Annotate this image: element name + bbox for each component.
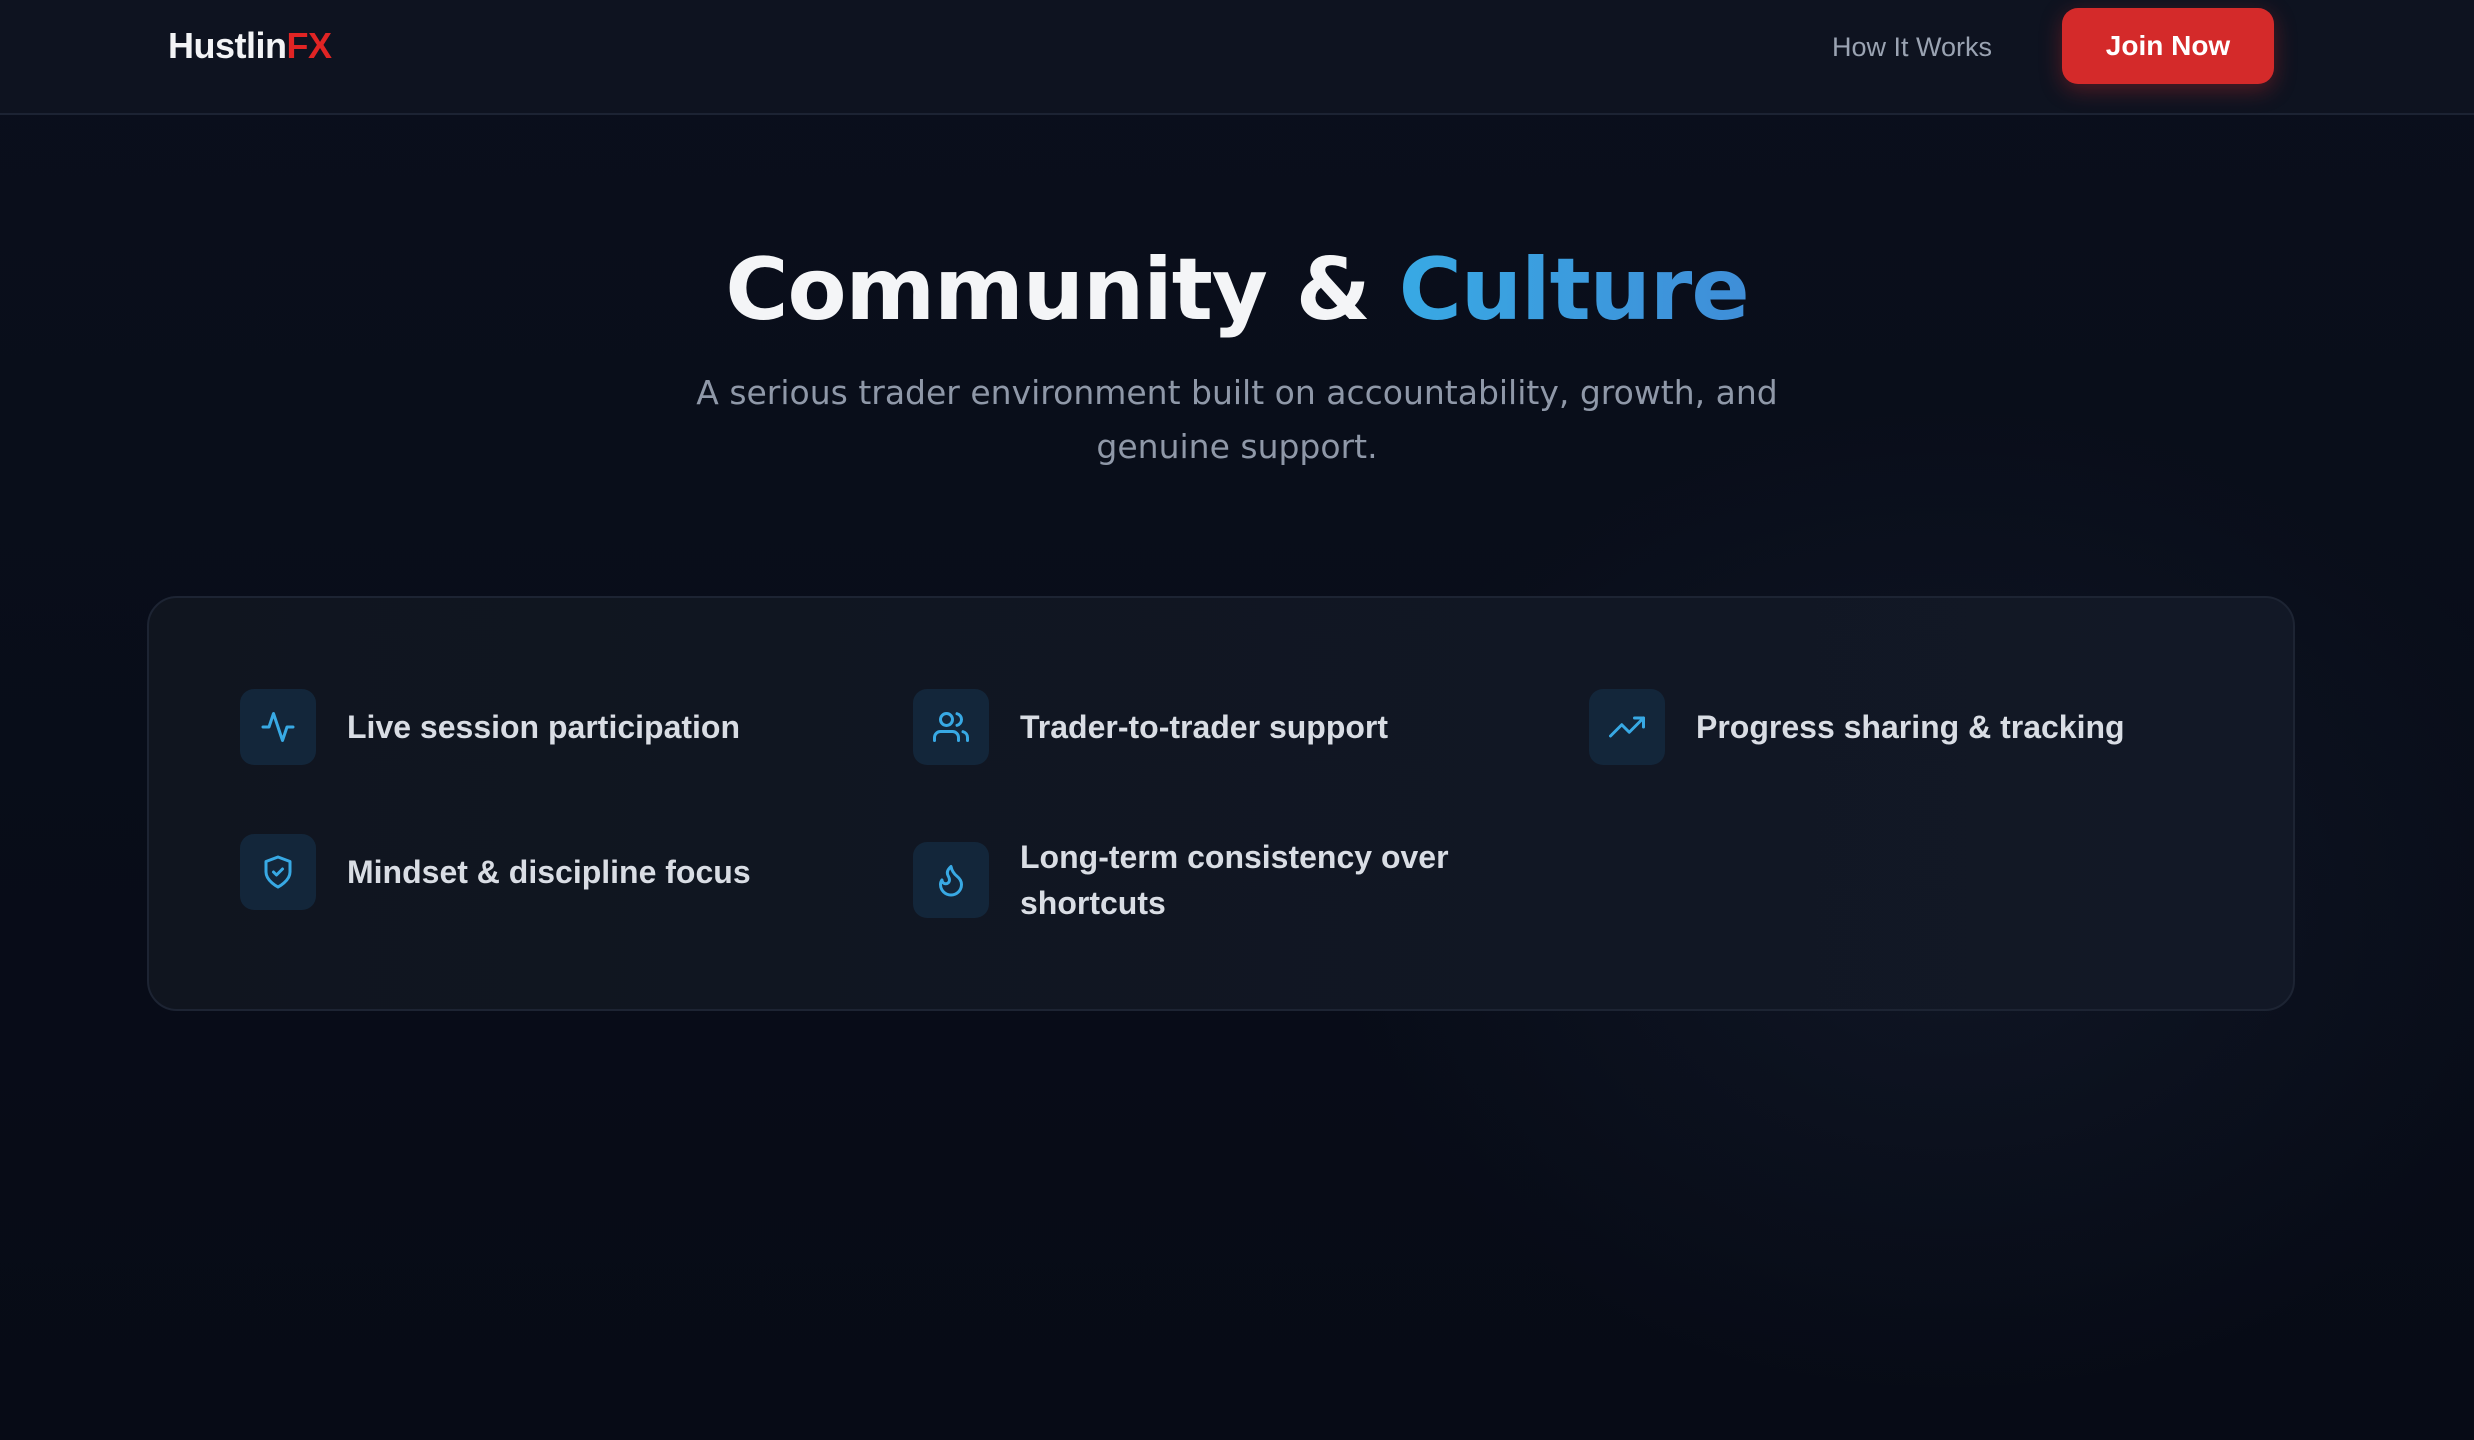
feature-item-trader-support: Trader-to-trader support <box>913 689 1388 765</box>
feature-item-progress-sharing: Progress sharing & tracking <box>1589 689 2125 765</box>
page-title: Community & Culture <box>0 238 2474 342</box>
features-card <box>147 596 2295 1011</box>
title-main: Community & <box>725 240 1399 340</box>
page: HustlinFX How It Works Join Now Communit… <box>0 0 2474 1440</box>
feature-item-consistency: Long-term consistency over shortcuts <box>913 834 1540 926</box>
title-accent: Culture <box>1398 240 1750 340</box>
logo-accent-text: FX <box>286 25 333 66</box>
activity-icon <box>240 689 316 765</box>
join-now-button[interactable]: Join Now <box>2062 8 2274 84</box>
users-icon <box>913 689 989 765</box>
nav-link-how-it-works[interactable]: How It Works <box>1832 29 1992 65</box>
feature-label: Live session participation <box>347 709 740 745</box>
feature-item-live-session: Live session participation <box>240 689 740 765</box>
feature-label: Long-term consistency over shortcuts <box>1020 839 1449 921</box>
feature-item-mindset: Mindset & discipline focus <box>240 834 751 910</box>
feature-label: Progress sharing & tracking <box>1696 709 2125 745</box>
top-navbar: HustlinFX How It Works Join Now <box>0 0 2474 115</box>
logo-text: Hustlin <box>168 25 287 66</box>
flame-icon <box>913 842 989 918</box>
trending-up-icon <box>1589 689 1665 765</box>
feature-label: Mindset & discipline focus <box>347 854 751 890</box>
shield-check-icon <box>240 834 316 910</box>
page-subtitle: A serious trader environment built on ac… <box>696 373 1778 466</box>
brand-logo[interactable]: HustlinFX <box>168 24 332 68</box>
feature-label: Trader-to-trader support <box>1020 709 1389 745</box>
